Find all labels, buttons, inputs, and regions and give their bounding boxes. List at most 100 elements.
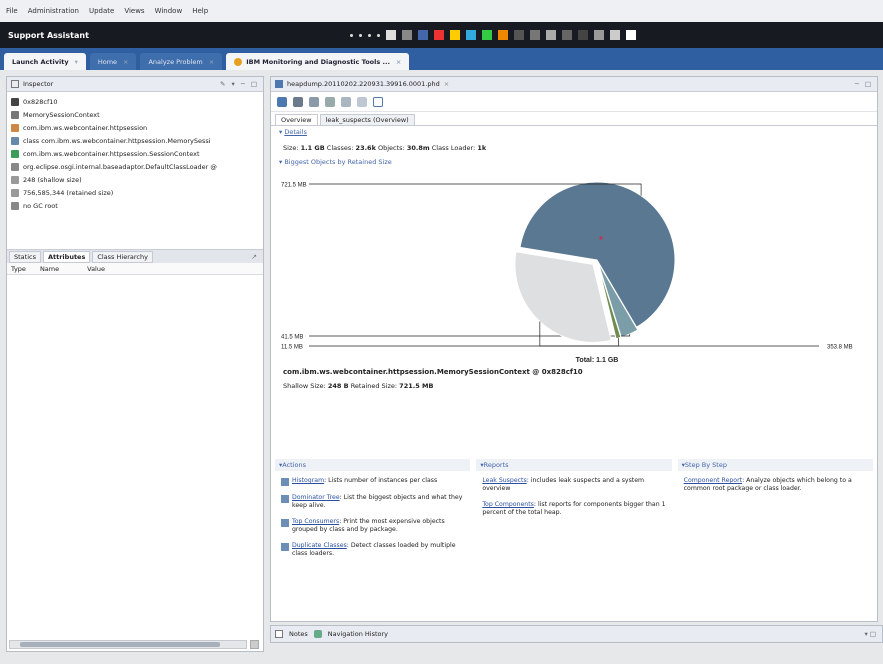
tab-notes[interactable]: Notes (289, 630, 308, 638)
pie-slice[interactable] (514, 251, 612, 343)
inspector-item-label: 248 (shallow size) (23, 175, 82, 184)
banner-decoration (350, 22, 810, 48)
inspector-item[interactable]: 248 (shallow size) (11, 173, 259, 186)
tab-ibm-monitoring-tools[interactable]: IBM Monitoring and Diagnostic Tools ... × (226, 53, 410, 70)
reports-title[interactable]: ▾ Reports (476, 459, 672, 471)
actions-entry: Histogram: Lists number of instances per… (281, 477, 464, 486)
inspector-item[interactable]: MemorySessionContext (11, 108, 259, 121)
dominator-tree-icon (281, 495, 289, 503)
duplicate-classes-icon (281, 543, 289, 551)
entry-text: Duplicate Classes: Detect classes loaded… (292, 542, 464, 558)
class-file-icon (11, 136, 19, 145)
histogram-icon[interactable] (293, 96, 303, 107)
inspector-header: Inspector ✎ ▾ ─ □ (7, 77, 263, 92)
oql-icon[interactable] (325, 96, 335, 107)
details-section-title[interactable]: ▾ Details (271, 126, 877, 138)
inspector-item[interactable]: 0x828cf10 (11, 95, 259, 108)
tab-overview[interactable]: Overview (275, 114, 318, 125)
column-value[interactable]: Value (87, 265, 105, 273)
tab-attributes[interactable]: Attributes (42, 250, 91, 263)
selection-marker (599, 236, 603, 240)
entry-text: Leak Suspects: includes leak suspects an… (482, 477, 665, 493)
step-by-step-title[interactable]: ▾ Step By Step (677, 459, 873, 471)
leak-suspects-link[interactable]: Leak Suspects (482, 477, 526, 484)
inspector-item-label: 756,585,344 (retained size) (23, 188, 114, 197)
pie-total-label: Total: 1.1 GB (576, 357, 619, 364)
notes-icon (275, 630, 283, 638)
entry-text: Dominator Tree: List the biggest objects… (292, 494, 464, 510)
size-icon (11, 175, 19, 184)
step-by-step-entry: Component Report: Analyze objects which … (684, 477, 867, 493)
actions-entry: Duplicate Classes: Detect classes loaded… (281, 542, 464, 558)
menu-file[interactable]: File (6, 7, 18, 15)
inspector-item[interactable]: class com.ibm.ws.webcontainer.httpsessio… (11, 134, 259, 147)
component-report-link[interactable]: Component Report (684, 477, 742, 484)
pie-slice-label: 721.5 MB (281, 183, 307, 189)
tab-class-hierarchy[interactable]: Class Hierarchy (92, 250, 153, 263)
actions-entry: Top Consumers: Print the most expensive … (281, 518, 464, 534)
inspector-item[interactable]: com.ibm.ws.webcontainer.httpsession.Sess… (11, 147, 259, 160)
tab-home[interactable]: Home × (89, 53, 137, 70)
entry-text: Top Consumers: Print the most expensive … (292, 518, 464, 534)
column-name[interactable]: Name (40, 265, 59, 273)
reports-section: ▾ Reports Leak Suspects: includes leak s… (476, 459, 672, 619)
tab-leak-suspects[interactable]: leak_suspects (Overview) (319, 114, 415, 125)
pie-slice-label: 41.5 MB (281, 335, 303, 341)
search-icon[interactable] (373, 96, 383, 107)
top-components-link[interactable]: Top Components (482, 501, 534, 508)
pin-icon[interactable]: ↗ (251, 253, 263, 261)
reports-entry: Leak Suspects: includes leak suspects an… (482, 477, 665, 493)
tab-analyze-problem[interactable]: Analyze Problem × (140, 53, 223, 70)
scrollbar-thumb[interactable] (20, 642, 220, 647)
classloader-icon (11, 162, 19, 171)
inspector-item[interactable]: 756,585,344 (retained size) (11, 186, 259, 199)
selected-object-name[interactable]: com.ibm.ws.webcontainer.httpsession.Memo… (271, 364, 877, 378)
query-browser-icon[interactable] (341, 96, 351, 107)
menu-views[interactable]: Views (124, 7, 144, 15)
dominator-tree-link[interactable]: Dominator Tree (292, 494, 340, 501)
heapdump-icon (275, 80, 283, 88)
tab-statics[interactable]: Statics (9, 250, 41, 263)
menu-help[interactable]: Help (192, 7, 208, 15)
class-icon (11, 110, 19, 119)
notes-panel-bar: Notes Navigation History ▾ □ (270, 625, 883, 643)
menu-update[interactable]: Update (89, 7, 114, 15)
entry-text: Histogram: Lists number of instances per… (292, 477, 437, 486)
duplicate-classes-link[interactable]: Duplicate Classes (292, 542, 347, 549)
dominator-icon[interactable] (309, 96, 319, 107)
step-by-step-section: ▾ Step By Step Component Report: Analyze… (677, 459, 873, 619)
close-icon[interactable]: × (444, 80, 449, 88)
history-icon (313, 630, 322, 638)
app-title-bar: Support Assistant (0, 22, 883, 48)
menu-administration[interactable]: Administration (28, 7, 79, 15)
inspector-item-label: class com.ibm.ws.webcontainer.httpsessio… (23, 136, 211, 145)
selected-object-sizes: Shallow Size: 248 B Retained Size: 721.5… (283, 382, 434, 390)
inspector-item-label: org.eclipse.osgi.internal.baseadaptor.De… (23, 162, 217, 171)
editor-content-tabs: Overview leak_suspects (Overview) (271, 112, 877, 126)
pie-slice-label: 353.8 MB (827, 345, 853, 351)
inspector-item[interactable]: org.eclipse.osgi.internal.baseadaptor.De… (11, 160, 259, 173)
tab-launch-activity[interactable]: Launch Activity ▾ (4, 53, 86, 70)
report-icon[interactable] (357, 96, 367, 107)
menu-window[interactable]: Window (155, 7, 183, 15)
gc-root-icon (11, 201, 19, 210)
horizontal-scrollbar[interactable] (9, 640, 247, 649)
top-consumers-link[interactable]: Top Consumers (292, 518, 339, 525)
notes-view-controls[interactable]: ▾ □ (865, 630, 882, 638)
info-icon[interactable] (277, 96, 287, 107)
scroll-corner (250, 640, 259, 649)
actions-title[interactable]: ▾ Actions (275, 459, 471, 471)
column-type[interactable]: Type (11, 265, 26, 273)
inspector-item[interactable]: com.ibm.ws.webcontainer.httpsession (11, 121, 259, 134)
biggest-objects-pie-chart[interactable]: 721.5 MB 41.5 MB 11.5 MB 353.8 MB Total: 1.1… (279, 168, 871, 364)
inspector-item-label: com.ibm.ws.webcontainer.httpsession (23, 123, 148, 132)
histogram-link[interactable]: Histogram (292, 477, 324, 484)
biggest-objects-section-title[interactable]: ▾ Biggest Objects by Retained Size (271, 156, 877, 168)
editor-view-controls[interactable]: ─ □ (855, 80, 873, 88)
inspector-item[interactable]: no GC root (11, 199, 259, 212)
top-consumers-icon (281, 519, 289, 527)
perspective-tab-bar: Launch Activity ▾ Home × Analyze Problem × … (0, 48, 883, 70)
tab-navigation-history[interactable]: Navigation History (328, 630, 388, 638)
editor-title: heapdump.20110202.220931.39916.0001.phd (287, 80, 440, 88)
view-controls[interactable]: ✎ ▾ ─ □ (220, 80, 259, 88)
